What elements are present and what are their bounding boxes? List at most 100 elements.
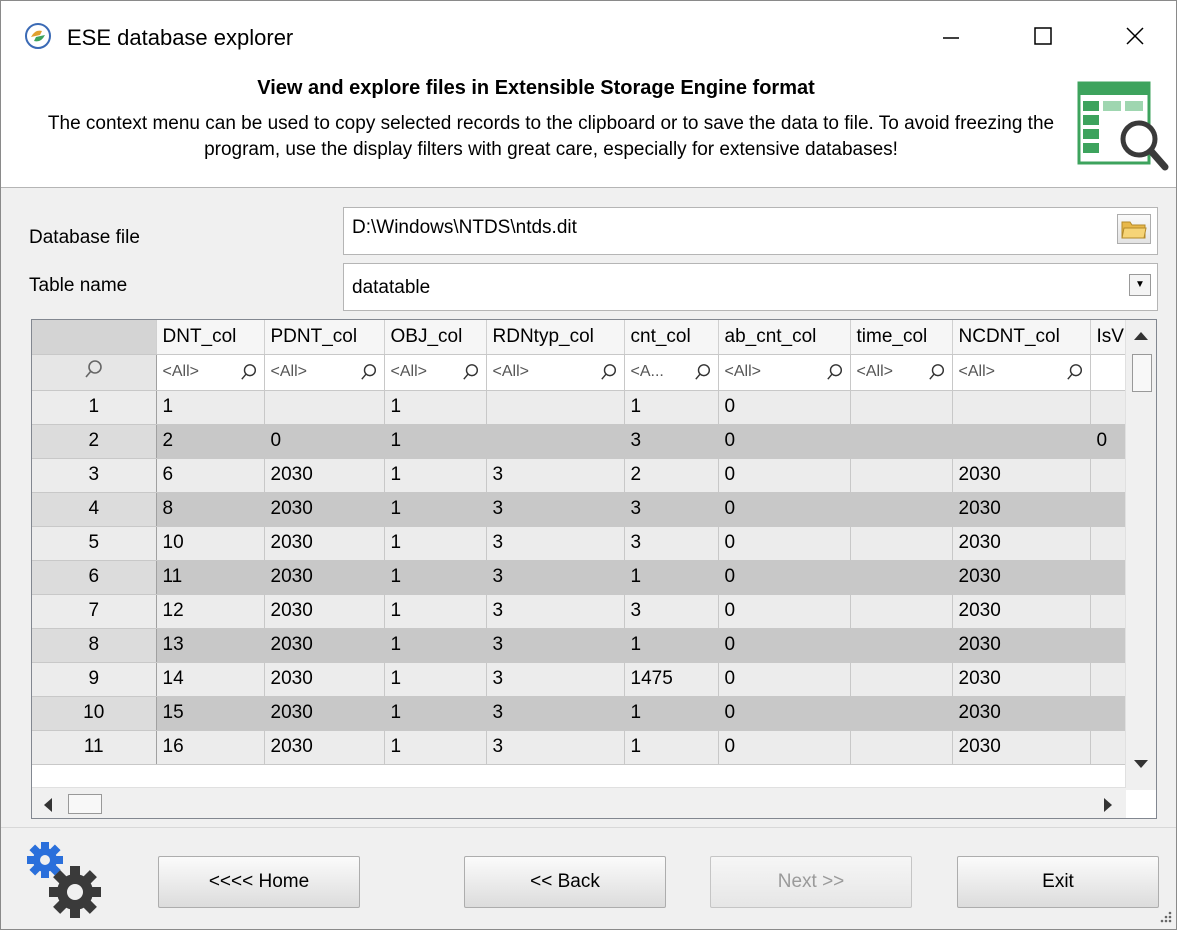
row-number[interactable]: 3: [32, 458, 157, 493]
table-cell[interactable]: 1: [384, 390, 487, 425]
scroll-down-icon[interactable]: [1133, 758, 1149, 770]
table-cell[interactable]: [952, 390, 1091, 425]
table-cell[interactable]: 3: [486, 492, 625, 527]
table-cell[interactable]: 2030: [952, 526, 1091, 561]
close-button[interactable]: [1105, 11, 1165, 61]
table-cell[interactable]: 13: [156, 628, 265, 663]
table-cell[interactable]: 1: [624, 628, 719, 663]
table-cell[interactable]: 2030: [264, 526, 385, 561]
table-cell[interactable]: [486, 424, 625, 459]
table-cell[interactable]: [850, 594, 953, 629]
grid-corner[interactable]: [32, 320, 157, 355]
column-header-ncdnt[interactable]: NCDNT_col: [952, 320, 1091, 355]
resize-grip-icon[interactable]: [1157, 910, 1173, 926]
table-cell[interactable]: 2030: [264, 628, 385, 663]
table-cell[interactable]: 0: [718, 390, 851, 425]
table-cell[interactable]: 2030: [952, 560, 1091, 595]
table-cell[interactable]: 1: [624, 560, 719, 595]
table-cell[interactable]: [850, 696, 953, 731]
table-cell[interactable]: [850, 458, 953, 493]
table-cell[interactable]: 1: [156, 390, 265, 425]
table-cell[interactable]: 2: [156, 424, 265, 459]
column-header-pdnt[interactable]: PDNT_col: [264, 320, 385, 355]
row-number[interactable]: 4: [32, 492, 157, 527]
table-cell[interactable]: 2030: [264, 458, 385, 493]
table-cell[interactable]: 3: [624, 594, 719, 629]
vertical-scroll-thumb[interactable]: [1132, 354, 1152, 392]
column-header-time[interactable]: time_col: [850, 320, 953, 355]
table-row[interactable]: 8 13 2030 1 3 1 0 2030: [32, 628, 1131, 663]
table-cell[interactable]: 3: [486, 696, 625, 731]
table-cell[interactable]: 0: [718, 696, 851, 731]
horizontal-scrollbar[interactable]: [32, 787, 1126, 818]
filter-cell[interactable]: <All>: [718, 354, 851, 391]
table-cell[interactable]: 1: [384, 458, 487, 493]
table-row[interactable]: 9 14 2030 1 3 1475 0 2030: [32, 662, 1131, 697]
filter-row-search[interactable]: [32, 354, 157, 391]
table-cell[interactable]: [264, 390, 385, 425]
filter-cell[interactable]: <All>: [952, 354, 1091, 391]
exit-button[interactable]: Exit: [957, 856, 1159, 908]
table-cell[interactable]: 0: [718, 560, 851, 595]
table-cell[interactable]: 0: [264, 424, 385, 459]
column-header-rdntyp[interactable]: RDNtyp_col: [486, 320, 625, 355]
table-cell[interactable]: 2030: [952, 696, 1091, 731]
table-cell[interactable]: 15: [156, 696, 265, 731]
table-cell[interactable]: [850, 730, 953, 765]
table-cell[interactable]: 2030: [264, 730, 385, 765]
column-header-cnt[interactable]: cnt_col: [624, 320, 719, 355]
table-cell[interactable]: [850, 492, 953, 527]
table-cell[interactable]: 2030: [264, 594, 385, 629]
table-cell[interactable]: 1: [624, 730, 719, 765]
table-cell[interactable]: [850, 662, 953, 697]
row-number[interactable]: 8: [32, 628, 157, 663]
browse-button[interactable]: [1117, 214, 1151, 244]
filter-cell[interactable]: <All>: [850, 354, 953, 391]
table-cell[interactable]: 1: [384, 628, 487, 663]
table-cell[interactable]: 2030: [952, 492, 1091, 527]
table-cell[interactable]: 2: [624, 458, 719, 493]
table-cell[interactable]: [850, 526, 953, 561]
table-cell[interactable]: 1475: [624, 662, 719, 697]
table-cell[interactable]: 3: [624, 424, 719, 459]
table-cell[interactable]: 1: [384, 730, 487, 765]
table-row[interactable]: 2201300: [32, 424, 1131, 459]
table-name-dropdown-button[interactable]: ▼: [1129, 274, 1151, 296]
table-cell[interactable]: 0: [718, 424, 851, 459]
column-header-dnt[interactable]: DNT_col: [156, 320, 265, 355]
filter-cell[interactable]: <All>: [486, 354, 625, 391]
maximize-button[interactable]: [1013, 11, 1073, 61]
table-cell[interactable]: 2030: [264, 696, 385, 731]
table-row[interactable]: 7 12 2030 1 3 3 0 2030: [32, 594, 1131, 629]
table-cell[interactable]: 0: [718, 594, 851, 629]
table-cell[interactable]: 3: [486, 662, 625, 697]
table-cell[interactable]: 1: [384, 492, 487, 527]
filter-cell[interactable]: <All>: [156, 354, 265, 391]
filter-cell[interactable]: <All>: [384, 354, 487, 391]
table-row[interactable]: 5 10 2030 1 3 3 0 2030: [32, 526, 1131, 561]
row-number[interactable]: 11: [32, 730, 157, 765]
table-cell[interactable]: 1: [384, 424, 487, 459]
table-cell[interactable]: 1: [384, 526, 487, 561]
filter-cell[interactable]: <A...: [624, 354, 719, 391]
table-cell[interactable]: 3: [486, 730, 625, 765]
table-cell[interactable]: 16: [156, 730, 265, 765]
table-cell[interactable]: 8: [156, 492, 265, 527]
table-cell[interactable]: 3: [486, 458, 625, 493]
database-file-field[interactable]: D:\Windows\NTDS\ntds.dit: [343, 207, 1158, 255]
table-cell[interactable]: 3: [624, 526, 719, 561]
row-number[interactable]: 1: [32, 390, 157, 425]
table-cell[interactable]: 2030: [952, 458, 1091, 493]
horizontal-scroll-thumb[interactable]: [68, 794, 102, 814]
row-number[interactable]: 7: [32, 594, 157, 629]
table-cell[interactable]: 3: [486, 560, 625, 595]
table-name-select[interactable]: datatable ▼: [343, 263, 1158, 311]
table-cell[interactable]: [850, 424, 953, 459]
back-button[interactable]: << Back: [464, 856, 666, 908]
table-row[interactable]: 11110: [32, 390, 1131, 425]
table-row[interactable]: 3 6 2030 1 3 2 0 2030: [32, 458, 1131, 493]
minimize-button[interactable]: [921, 11, 981, 61]
table-cell[interactable]: 0: [718, 526, 851, 561]
table-cell[interactable]: 1: [384, 696, 487, 731]
table-cell[interactable]: 2030: [264, 492, 385, 527]
